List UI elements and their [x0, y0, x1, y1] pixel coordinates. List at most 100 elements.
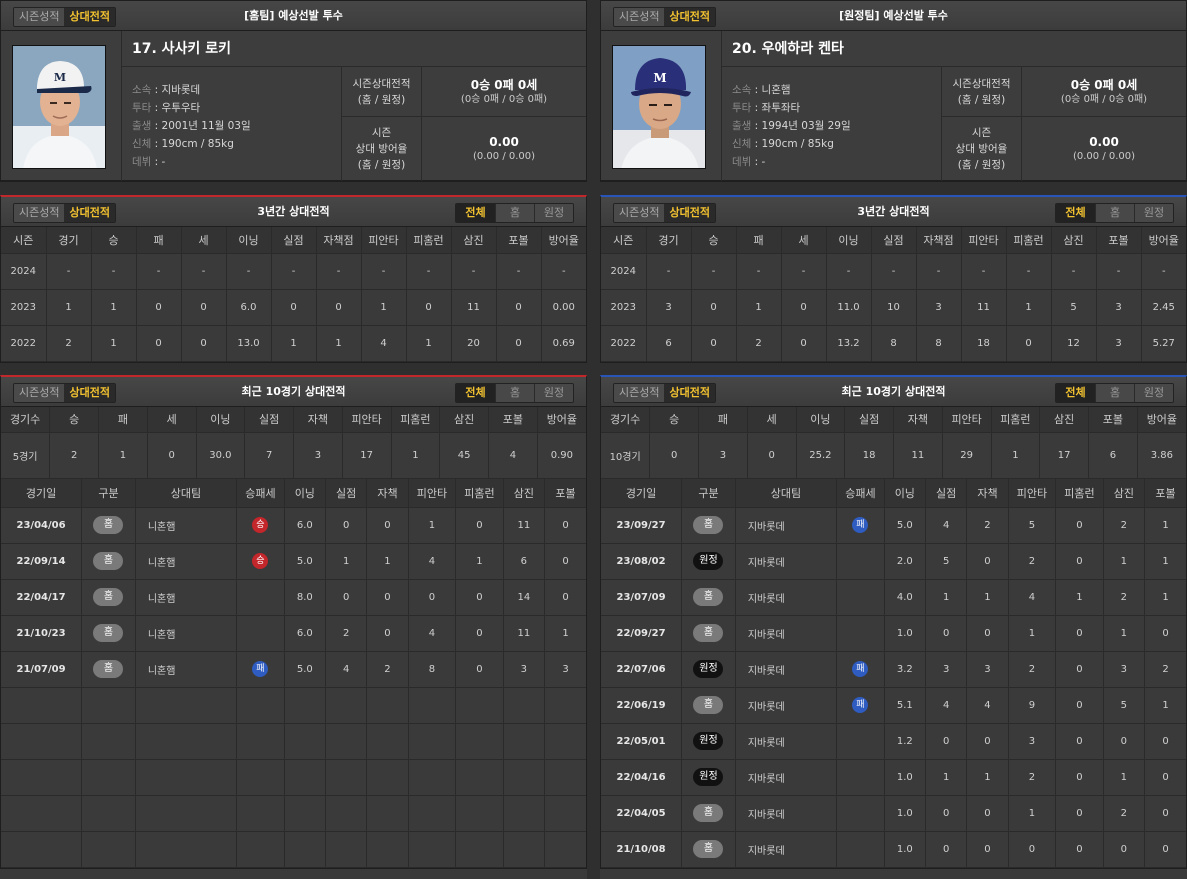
range-tab-home[interactable]: 홈	[495, 204, 534, 222]
player-photo: M	[612, 45, 706, 169]
opponent-team[interactable]: 지바롯데	[735, 795, 838, 832]
table-cell: 11	[961, 289, 1007, 326]
info-value: -	[761, 156, 766, 168]
opponent-team[interactable]: 지바롯데	[735, 615, 838, 652]
range-tab-all[interactable]: 전체	[456, 204, 495, 222]
opponent-team[interactable]: 니혼햄	[135, 651, 238, 688]
stat-cell: 5.0	[284, 651, 326, 688]
range-tab-away[interactable]: 원정	[1134, 383, 1173, 402]
header-row: 시즌 경기 승 패 세 이닝 실점 자책점 피안타 피홈런 삼진 포볼 방어율	[1, 227, 586, 254]
stat-cell: 0	[1144, 795, 1186, 832]
info-label: 출생	[132, 120, 152, 132]
game-row[interactable]: 22/04/17 홈 니혼햄 8.0 0 0 0 0 14 0	[1, 579, 586, 616]
stat-cell: 2.0	[884, 543, 926, 580]
opponent-team[interactable]: 지바롯데	[735, 831, 838, 868]
range-tab-all[interactable]: 전체	[456, 383, 495, 402]
game-row[interactable]: 22/09/27 홈 지바롯데 1.0 0 0 1 0 1 0	[601, 615, 1186, 652]
empty-cell	[325, 795, 368, 832]
empty-cell	[455, 723, 504, 760]
opponent-team[interactable]: 니혼햄	[135, 579, 238, 616]
game-row[interactable]: 22/07/06 원정 지바롯데 패 3.2 3 3 2 0 3 2	[601, 651, 1186, 688]
table-cell: 0	[496, 289, 542, 326]
opponent-team[interactable]: 니혼햄	[135, 543, 238, 580]
game-row[interactable]: 23/04/06 홈 니혼햄 승 6.0 0 0 1 0 11 0	[1, 507, 586, 544]
col-header: 실점	[271, 227, 317, 254]
summary-cell: 18	[844, 432, 894, 479]
opponent-team[interactable]: 지바롯데	[735, 543, 838, 580]
opponent-team[interactable]: 지바롯데	[735, 579, 838, 616]
info-team: 소속 : 지바롯데	[132, 84, 201, 96]
empty-row	[1, 723, 586, 760]
recent-header: 시즌성적 상대전적 최근 10경기 상대전적 전체 홈 원정	[601, 376, 1186, 407]
summary-cell: 4	[488, 432, 538, 479]
opponent-team[interactable]: 니혼햄	[135, 507, 238, 544]
game-row[interactable]: 22/04/05 홈 지바롯데 1.0 0 0 1 0 2 0	[601, 795, 1186, 832]
empty-cell	[325, 687, 368, 724]
label-line: 상대 방어율	[955, 143, 1008, 155]
game-row[interactable]: 23/07/09 홈 지바롯데 4.0 1 1 4 1 2 1	[601, 579, 1186, 616]
range-tab-home[interactable]: 홈	[1095, 204, 1134, 222]
range-tab-away[interactable]: 원정	[534, 204, 573, 222]
empty-cell	[1, 723, 83, 760]
season-vs-box: 시즌상대전적 (홈 / 원정) 0승 0패 0세 (0승 0패 / 0승 0패)	[341, 67, 586, 117]
range-tab-home[interactable]: 홈	[495, 383, 534, 402]
label-line: 시즌상대전적	[952, 77, 1011, 90]
col-header: 시즌	[1, 227, 47, 254]
empty-cell	[544, 831, 586, 868]
opponent-team[interactable]: 지바롯데	[735, 687, 838, 724]
summary-cell: 1	[98, 432, 148, 479]
game-row[interactable]: 22/04/16 원정 지바롯데 1.0 1 1 2 0 1 0	[601, 759, 1186, 796]
player-info: 소속 : 지바롯데 투타 : 우투우타 출생 : 2001년 11월 03일 신…	[121, 67, 341, 181]
empty-cell	[544, 759, 586, 796]
col-header: 피홈런	[991, 406, 1041, 433]
stat-cell: 0	[544, 543, 586, 580]
table-cell: 0.69	[541, 325, 586, 362]
stat-cell: 0	[325, 507, 368, 544]
opponent-team[interactable]: 지바롯데	[735, 507, 838, 544]
game-row[interactable]: 21/07/09 홈 니혼햄 패 5.0 4 2 8 0 3 3	[1, 651, 586, 688]
summary-cell: 0	[747, 432, 797, 479]
opponent-team[interactable]: 지바롯데	[735, 651, 838, 688]
range-tab-away[interactable]: 원정	[534, 383, 573, 402]
game-row[interactable]: 22/06/19 홈 지바롯데 패 5.1 4 4 9 0 5 1	[601, 687, 1186, 724]
player-photo: M	[12, 45, 106, 169]
range-tab-away[interactable]: 원정	[1134, 204, 1173, 222]
opponent-team[interactable]: 지바롯데	[735, 723, 838, 760]
game-row[interactable]: 22/05/01 원정 지바롯데 1.2 0 0 3 0 0 0	[601, 723, 1186, 760]
stat-cell: 0	[966, 795, 1009, 832]
game-row[interactable]: 22/09/14 홈 니혼햄 승 5.0 1 1 4 1 6 0	[1, 543, 586, 580]
opponent-team[interactable]: 니혼햄	[135, 615, 238, 652]
table-cell: 2022	[601, 325, 647, 362]
table-cell: 3	[1096, 289, 1142, 326]
game-row[interactable]: 23/09/27 홈 지바롯데 패 5.0 4 2 5 0 2 1	[601, 507, 1186, 544]
stat-cell: 1	[925, 579, 968, 616]
table-cell: 10	[871, 289, 917, 326]
table-cell: -	[496, 253, 542, 290]
summary-cell: 0	[649, 432, 699, 479]
table-cell: 0	[691, 325, 737, 362]
col-header: 이닝	[196, 406, 246, 433]
table-cell: 4	[361, 325, 407, 362]
empty-row	[1, 759, 586, 796]
col-header: 세	[181, 227, 227, 254]
col-header: 피홈런	[1055, 479, 1104, 508]
range-tab-all[interactable]: 전체	[1056, 383, 1095, 402]
away-column: 시즌성적 상대전적 [원정팀] 예상선발 투수 M 20. 우에하라 켄타 소속…	[600, 0, 1187, 879]
value-main: 0승 0패 0세	[470, 77, 538, 92]
player-info: 소속 : 니혼햄 투타 : 좌투좌타 출생 : 1994년 03월 29일 신체…	[721, 67, 941, 181]
season-era-box: 시즌 상대 방어율 (홈 / 원정) 0.00 (0.00 / 0.00)	[341, 117, 586, 181]
empty-cell	[544, 723, 586, 760]
game-row[interactable]: 21/10/23 홈 니혼햄 6.0 2 0 4 0 11 1	[1, 615, 586, 652]
result-badge: 패	[252, 661, 269, 677]
stat-cell: 1.2	[884, 723, 926, 760]
game-row[interactable]: 23/08/02 원정 지바롯데 2.0 5 0 2 0 1 1	[601, 543, 1186, 580]
game-date: 22/05/01	[601, 723, 683, 760]
game-date: 21/07/09	[1, 651, 83, 688]
stat-cell: 8	[408, 651, 457, 688]
opponent-team[interactable]: 지바롯데	[735, 759, 838, 796]
game-row[interactable]: 21/10/08 홈 지바롯데 1.0 0 0 0 0 0 0	[601, 831, 1186, 868]
game-type-cell: 홈	[81, 651, 136, 688]
range-tab-home[interactable]: 홈	[1095, 383, 1134, 402]
range-tab-all[interactable]: 전체	[1056, 204, 1095, 222]
stat-cell: 1	[1103, 543, 1146, 580]
